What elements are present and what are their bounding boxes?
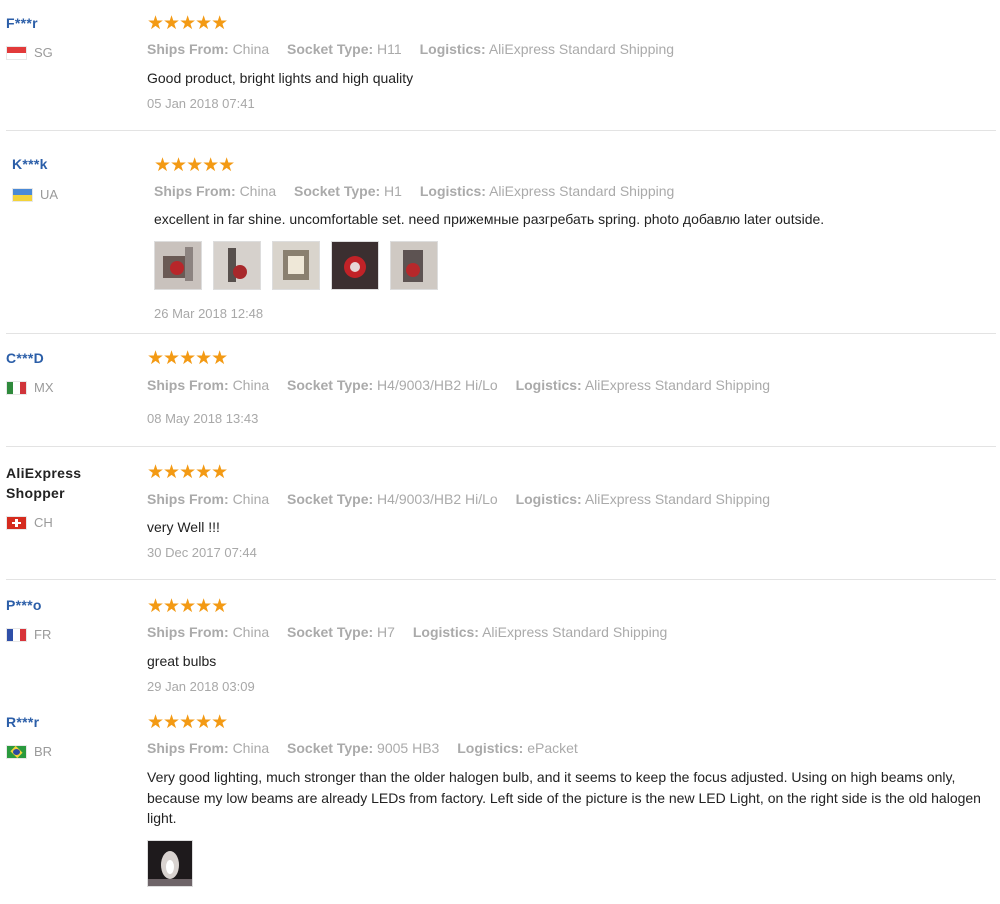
ships-from-label: Ships From: bbox=[147, 377, 229, 393]
star-rating: ★★★★★ bbox=[147, 596, 228, 617]
review-meta: Ships From: China Socket Type: H4/9003/H… bbox=[147, 491, 784, 507]
review-text: great bulbs bbox=[147, 653, 217, 669]
ships-from-value: China bbox=[232, 624, 270, 640]
reviewer-name[interactable]: K***k bbox=[12, 156, 48, 172]
reviewer-name[interactable]: R***r bbox=[6, 714, 39, 730]
reviewer-name[interactable]: AliExpress Shopper bbox=[6, 463, 126, 503]
logistics-label: Logistics: bbox=[515, 491, 582, 507]
logistics-value: AliExpress Standard Shipping bbox=[489, 183, 675, 199]
review-text: Very good lighting, much stronger than t… bbox=[147, 769, 981, 826]
logistics-value: AliExpress Standard Shipping bbox=[482, 624, 668, 640]
ships-from-value: China bbox=[232, 491, 270, 507]
socket-type-label: Socket Type: bbox=[287, 41, 374, 57]
socket-type-label: Socket Type: bbox=[287, 377, 374, 393]
ships-from-label: Ships From: bbox=[147, 491, 229, 507]
ships-from-label: Ships From: bbox=[147, 624, 229, 640]
review-photo-thumbnail[interactable] bbox=[147, 840, 193, 887]
review-photos bbox=[154, 241, 438, 290]
review-photo-thumbnail[interactable] bbox=[154, 241, 202, 290]
divider bbox=[6, 446, 996, 447]
ships-from-label: Ships From: bbox=[154, 183, 236, 199]
star-rating: ★★★★★ bbox=[147, 712, 228, 733]
review-meta: Ships From: China Socket Type: H4/9003/H… bbox=[147, 377, 784, 393]
logistics-label: Logistics: bbox=[457, 740, 524, 756]
logistics-value: AliExpress Standard Shipping bbox=[584, 491, 771, 507]
ships-from-value: China bbox=[232, 740, 270, 756]
socket-type-value: 9005 HB3 bbox=[377, 740, 440, 756]
country-code: SG bbox=[34, 45, 53, 60]
review-text: very Well !!! bbox=[147, 519, 220, 535]
flag-ch-icon bbox=[6, 515, 27, 530]
country-code: UA bbox=[40, 187, 59, 202]
socket-type-value: H4/9003/HB2 Hi/Lo bbox=[377, 491, 498, 507]
flag-sg-icon bbox=[6, 45, 27, 60]
reviewer-country: FR bbox=[6, 627, 51, 642]
review-date: 05 Jan 2018 07:41 bbox=[147, 96, 255, 111]
reviewer-name[interactable]: F***r bbox=[6, 15, 38, 31]
socket-type-value: H4/9003/HB2 Hi/Lo bbox=[377, 377, 498, 393]
review-photo-thumbnail[interactable] bbox=[272, 241, 320, 290]
reviewer-name[interactable]: P***o bbox=[6, 597, 42, 613]
star-rating: ★★★★★ bbox=[147, 13, 228, 34]
divider bbox=[6, 579, 996, 580]
reviewer-country: MX bbox=[6, 380, 54, 395]
ships-from-label: Ships From: bbox=[147, 740, 229, 756]
country-code: BR bbox=[34, 744, 53, 759]
logistics-value: AliExpress Standard Shipping bbox=[488, 41, 675, 57]
country-code: CH bbox=[34, 515, 53, 530]
socket-type-value: H11 bbox=[377, 41, 402, 57]
reviewer-country: CH bbox=[6, 515, 53, 530]
review-date: 08 May 2018 13:43 bbox=[147, 411, 259, 426]
reviewer-country: SG bbox=[6, 45, 53, 60]
ships-from-value: China bbox=[232, 377, 270, 393]
country-code: MX bbox=[34, 380, 54, 395]
flag-mx-icon bbox=[6, 380, 27, 395]
ships-from-label: Ships From: bbox=[147, 41, 229, 57]
review-text: excellent in far shine. uncomfortable se… bbox=[154, 211, 825, 227]
country-code: FR bbox=[34, 627, 52, 642]
divider bbox=[6, 130, 996, 131]
review-date: 30 Dec 2017 07:44 bbox=[147, 545, 257, 560]
reviewer-country: UA bbox=[12, 187, 58, 202]
flag-fr-icon bbox=[6, 627, 27, 642]
flag-br-icon bbox=[6, 744, 27, 759]
star-rating: ★★★★★ bbox=[147, 348, 228, 369]
ships-from-value: China bbox=[232, 41, 270, 57]
flag-ua-icon bbox=[12, 187, 33, 202]
star-rating: ★★★★★ bbox=[147, 462, 228, 483]
reviewer-name[interactable]: C***D bbox=[6, 350, 44, 366]
review-meta: Ships From: China Socket Type: 9005 HB3 … bbox=[147, 740, 592, 756]
star-rating: ★★★★★ bbox=[154, 155, 235, 176]
review-meta: Ships From: China Socket Type: H1 Logist… bbox=[154, 183, 688, 199]
review-date: 29 Jan 2018 03:09 bbox=[147, 679, 255, 694]
review-text: Good product, bright lights and high qua… bbox=[147, 70, 414, 86]
review-meta: Ships From: China Socket Type: H11 Logis… bbox=[147, 41, 688, 57]
review-photo-thumbnail[interactable] bbox=[213, 241, 261, 290]
socket-type-label: Socket Type: bbox=[294, 183, 381, 199]
logistics-label: Logistics: bbox=[419, 183, 486, 199]
review-photo-thumbnail[interactable] bbox=[390, 241, 438, 290]
socket-type-value: H1 bbox=[384, 183, 402, 199]
logistics-value: ePacket bbox=[527, 740, 578, 756]
socket-type-label: Socket Type: bbox=[287, 624, 374, 640]
ships-from-value: China bbox=[239, 183, 277, 199]
socket-type-label: Socket Type: bbox=[287, 740, 374, 756]
socket-type-value: H7 bbox=[377, 624, 395, 640]
socket-type-label: Socket Type: bbox=[287, 491, 374, 507]
divider bbox=[6, 333, 996, 334]
logistics-label: Logistics: bbox=[419, 41, 486, 57]
reviewer-country: BR bbox=[6, 744, 52, 759]
logistics-label: Logistics: bbox=[412, 624, 479, 640]
review-photo-thumbnail[interactable] bbox=[331, 241, 379, 290]
logistics-label: Logistics: bbox=[515, 377, 582, 393]
review-meta: Ships From: China Socket Type: H7 Logist… bbox=[147, 624, 681, 640]
review-date: 26 Mar 2018 12:48 bbox=[154, 306, 264, 321]
logistics-value: AliExpress Standard Shipping bbox=[584, 377, 771, 393]
review-photos bbox=[147, 840, 193, 887]
